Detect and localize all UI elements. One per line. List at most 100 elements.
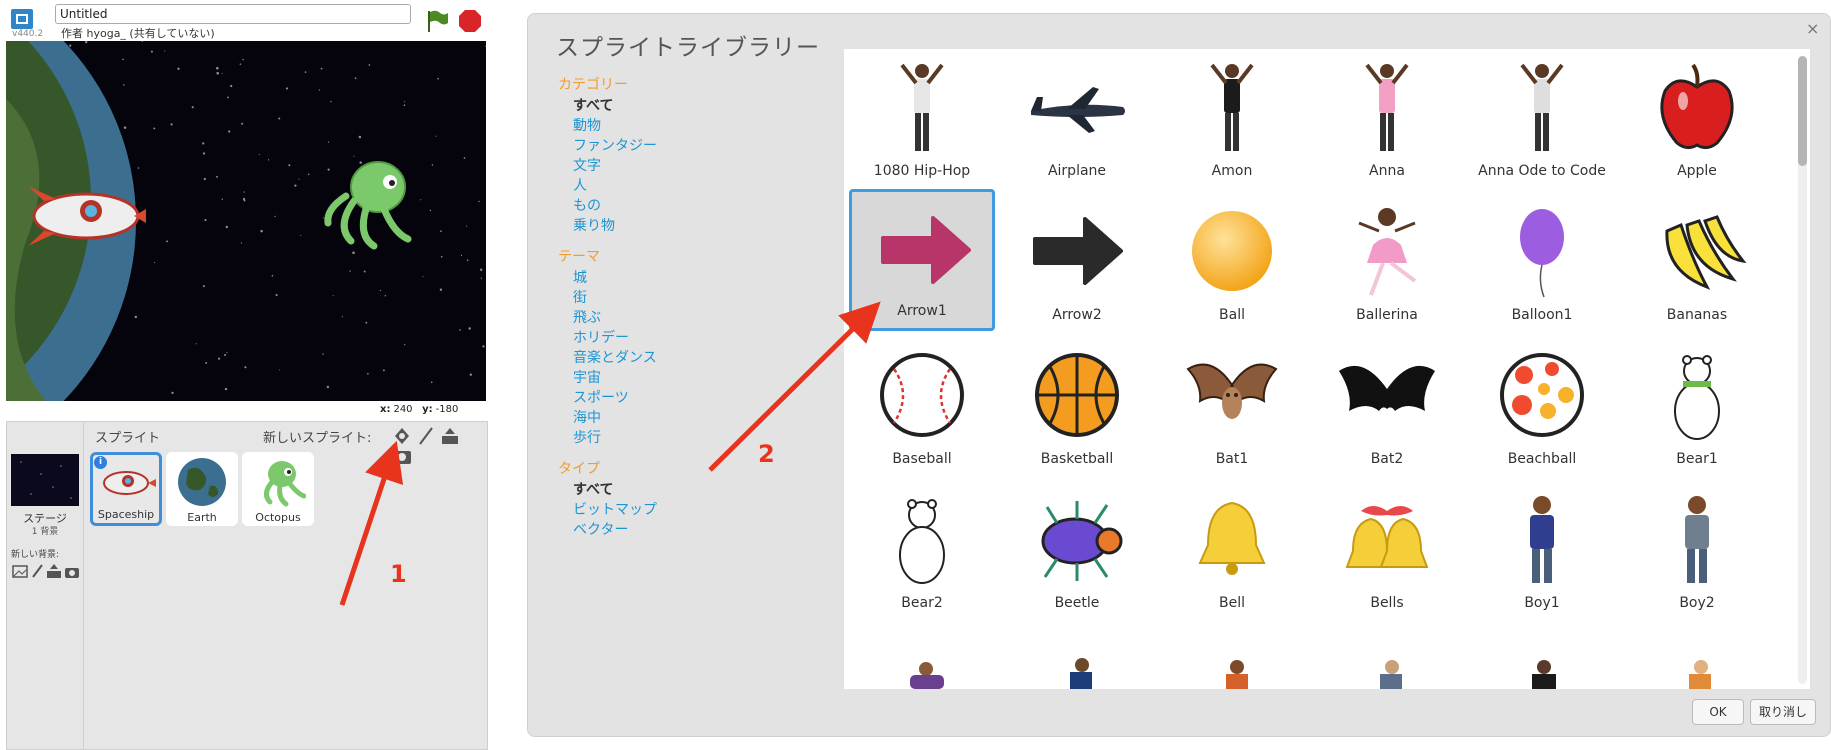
spaceship-icon: [103, 471, 156, 495]
earth-icon: [178, 458, 226, 506]
library-item-apple[interactable]: Apple: [1624, 49, 1770, 191]
stage-backdrop-count: 1 背景: [31, 527, 59, 537]
library-item-bananas[interactable]: Bananas: [1624, 193, 1770, 335]
theme-item[interactable]: 飛ぶ: [573, 308, 828, 328]
arrow-icon: [1033, 217, 1123, 285]
dancer-icon: [1520, 63, 1564, 151]
library-item-ballerina[interactable]: Ballerina: [1314, 193, 1460, 335]
scratch-editor: v440.2 Untitled 作者 hyoga_ (共有していない) x: 2…: [0, 0, 490, 750]
bell-icon: [1198, 501, 1266, 575]
annotation-label-1: 1: [390, 560, 407, 588]
library-item-arrow2[interactable]: Arrow2: [1004, 193, 1150, 335]
library-item-bells[interactable]: Bells: [1314, 481, 1460, 623]
theme-item[interactable]: 街: [573, 288, 828, 308]
cancel-button[interactable]: 取り消し: [1750, 699, 1816, 725]
category-item[interactable]: すべて: [573, 96, 828, 116]
library-item-airplane[interactable]: Airplane: [1004, 49, 1150, 191]
author-line: 作者 hyoga_ (共有していない): [61, 27, 215, 40]
library-item-beetle[interactable]: Beetle: [1004, 481, 1150, 623]
library-item-basketball[interactable]: Basketball: [1004, 337, 1150, 479]
theme-item[interactable]: 音楽とダンス: [573, 348, 828, 368]
version-label: v440.2: [12, 29, 44, 39]
basketball-icon: [1035, 353, 1119, 437]
library-item-bear1[interactable]: Bear1: [1624, 337, 1770, 479]
ball-icon: [1192, 211, 1272, 291]
sprite-tile-earth[interactable]: Earth: [166, 452, 238, 526]
sprite-name: Earth: [187, 511, 217, 524]
new-backdrop-tools: [11, 563, 83, 579]
dialog-title: スプライトライブラリー: [556, 35, 820, 61]
library-item-bat2[interactable]: Bat2: [1314, 337, 1460, 479]
octopus-sprite-icon: [324, 161, 412, 250]
apple-icon: [1660, 63, 1734, 150]
library-item-label: Airplane: [1047, 163, 1107, 179]
sprite-tile-octopus[interactable]: Octopus: [242, 452, 314, 526]
category-header: カテゴリー: [558, 77, 628, 93]
category-item[interactable]: もの: [573, 196, 828, 216]
library-item-boy1[interactable]: Boy1: [1469, 481, 1615, 623]
fullscreen-icon[interactable]: [10, 8, 34, 30]
category-item[interactable]: 動物: [573, 116, 828, 136]
category-item[interactable]: 文字: [573, 156, 828, 176]
type-item[interactable]: ベクター: [573, 520, 828, 540]
theme-item[interactable]: 城: [573, 268, 828, 288]
library-item-baseball[interactable]: Baseball: [849, 337, 995, 479]
library-item-beachball[interactable]: Beachball: [1469, 337, 1615, 479]
new-sprite-label: 新しいスプライト:: [263, 431, 372, 446]
close-icon[interactable]: ×: [1806, 19, 1819, 38]
new-backdrop-label: 新しい背景:: [11, 550, 60, 560]
library-item-amon[interactable]: Amon: [1159, 49, 1305, 191]
library-scrollbar[interactable]: [1798, 56, 1807, 684]
library-item-label: Basketball: [1040, 451, 1114, 467]
project-title-input[interactable]: Untitled: [55, 4, 411, 24]
stage-thumbnail[interactable]: [11, 454, 79, 506]
library-item-label: Bat2: [1370, 451, 1404, 467]
stage-canvas[interactable]: [6, 41, 486, 401]
library-item-label: Anna Ode to Code: [1478, 163, 1606, 179]
baseball-icon: [880, 353, 964, 437]
library-item-label: Beetle: [1054, 595, 1100, 611]
library-item-anna-ode-to-code[interactable]: Anna Ode to Code: [1469, 49, 1615, 191]
theme-item[interactable]: スポーツ: [573, 388, 828, 408]
library-item-bat1[interactable]: Bat1: [1159, 337, 1305, 479]
airplane-icon: [1031, 87, 1125, 133]
library-item-bell[interactable]: Bell: [1159, 481, 1305, 623]
library-item-arrow1[interactable]: Arrow1: [849, 189, 995, 331]
library-item-ball[interactable]: Ball: [1159, 193, 1305, 335]
theme-item[interactable]: 宇宙: [573, 368, 828, 388]
paint-brush-icon[interactable]: [416, 426, 436, 446]
category-item[interactable]: ファンタジー: [573, 136, 828, 156]
type-item[interactable]: すべて: [573, 480, 828, 500]
sprite-tile-spaceship[interactable]: i Spaceship: [90, 452, 162, 526]
library-item-label: Arrow2: [1052, 307, 1102, 323]
arrow-icon: [881, 216, 971, 284]
theme-item[interactable]: 歩行: [573, 428, 828, 448]
upload-icon[interactable]: [440, 426, 460, 446]
backdrop-library-icon: [12, 565, 28, 578]
stop-icon[interactable]: [458, 9, 482, 33]
category-item[interactable]: 人: [573, 176, 828, 196]
scrollbar-thumb[interactable]: [1798, 56, 1807, 166]
sprite-library-dialog: スプライトライブラリー × カテゴリー すべて 動物 ファンタジー 文字人もの 乗り物 …: [527, 13, 1831, 737]
type-item[interactable]: ビットマップ: [573, 500, 828, 520]
library-item-label: Ball: [1219, 307, 1245, 323]
library-item-bear2[interactable]: Bear2: [849, 481, 995, 623]
sprite-name: Octopus: [255, 511, 301, 524]
ok-button[interactable]: OK: [1692, 699, 1744, 725]
theme-item[interactable]: 海中: [573, 408, 828, 428]
library-item-anna[interactable]: Anna: [1314, 49, 1460, 191]
sprite-pane: ステージ 1 背景 新しい背景: スプライト 新しいスプライト: i Space…: [6, 421, 488, 750]
camera-icon[interactable]: [392, 446, 412, 466]
library-item-label: 1080 Hip-Hop: [873, 163, 971, 179]
sprite-library-icon[interactable]: [392, 426, 412, 446]
category-item[interactable]: 乗り物: [573, 216, 828, 236]
theme-item[interactable]: ホリデー: [573, 328, 828, 348]
library-item-label: Boy1: [1524, 595, 1560, 611]
green-flag-icon[interactable]: [424, 8, 450, 34]
library-item-balloon1[interactable]: Balloon1: [1469, 193, 1615, 335]
library-item-1080-hip-hop[interactable]: 1080 Hip-Hop: [849, 49, 995, 191]
ballerina-icon: [1358, 208, 1417, 296]
bat-icon: [1186, 363, 1278, 419]
library-item-boy2[interactable]: Boy2: [1624, 481, 1770, 623]
library-item-label: Bat1: [1215, 451, 1249, 467]
